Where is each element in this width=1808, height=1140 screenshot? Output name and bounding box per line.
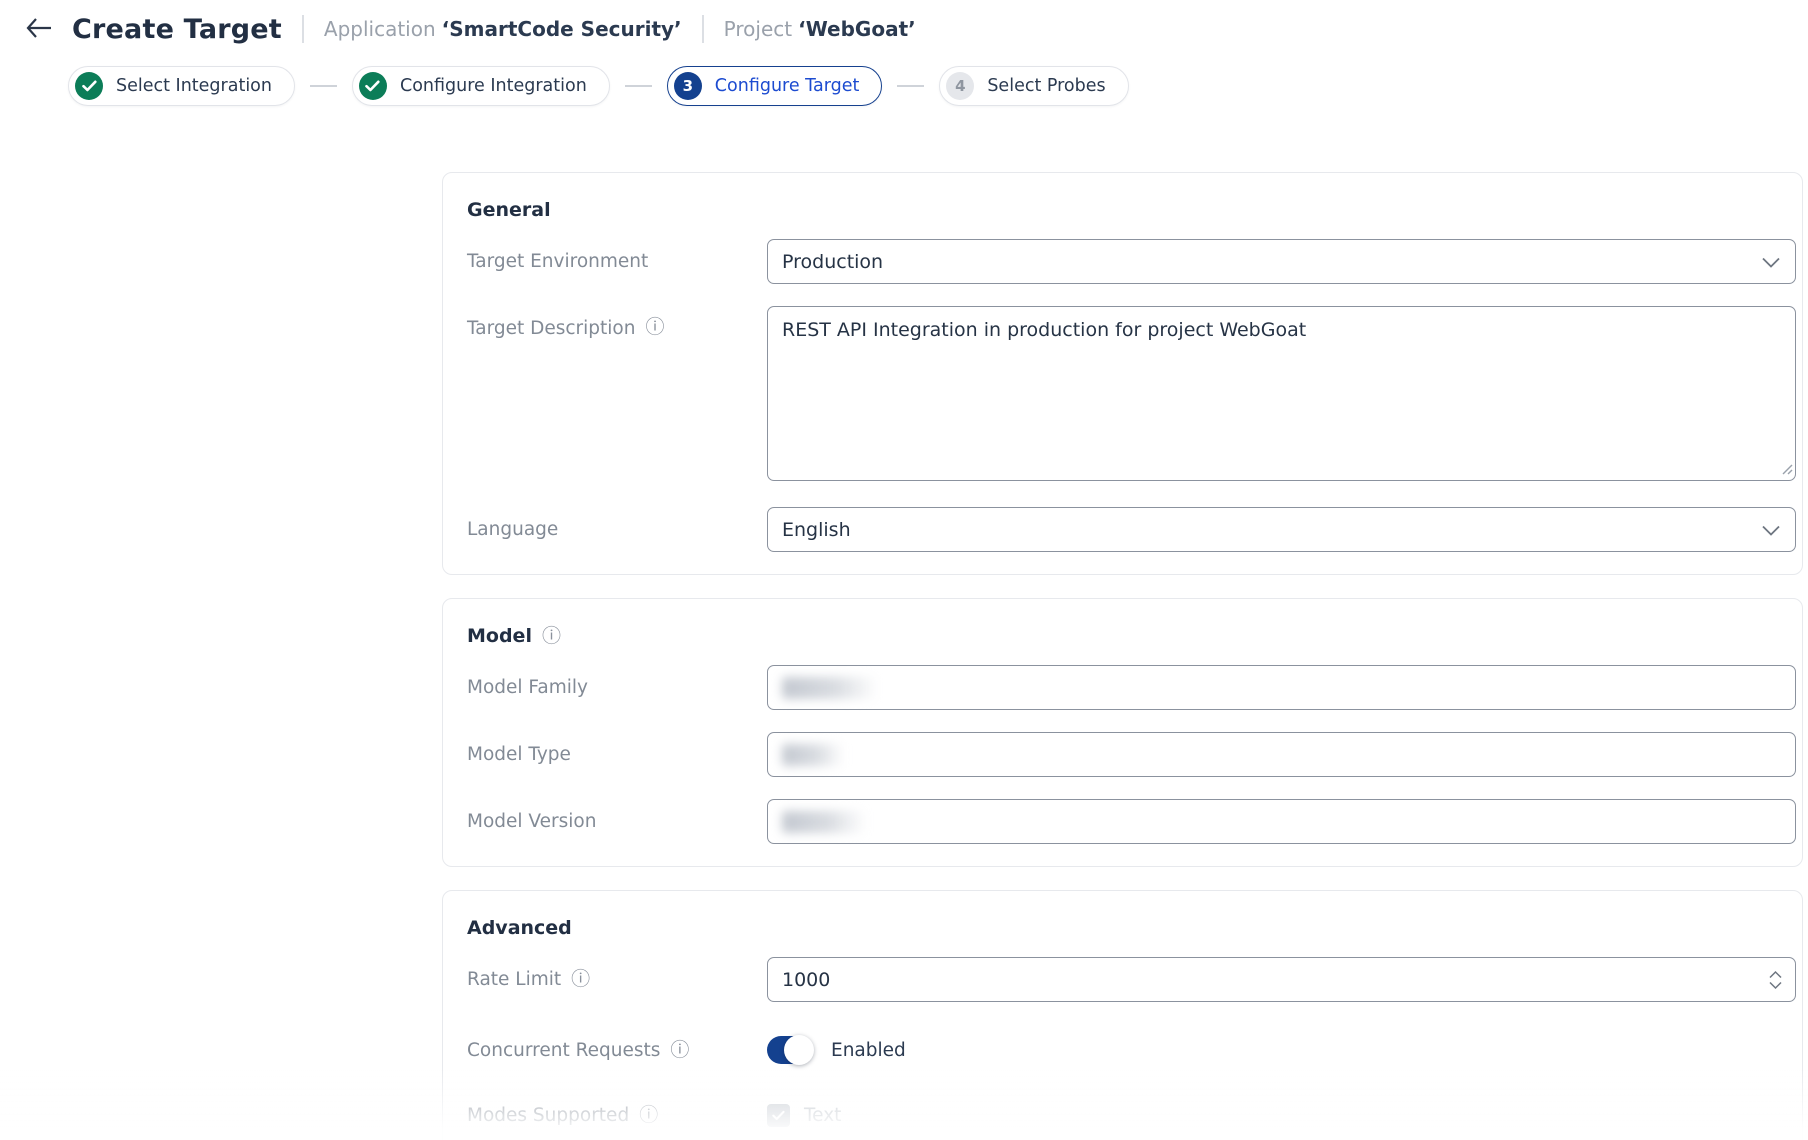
step-label: Configure Target xyxy=(715,76,860,96)
target-environment-value: Production xyxy=(782,251,883,273)
mode-text-label: Text xyxy=(804,1105,841,1126)
target-description-label: Target Description xyxy=(467,318,635,339)
check-icon xyxy=(772,1106,785,1125)
breadcrumb-divider xyxy=(302,15,304,43)
model-type-label: Model Type xyxy=(467,744,571,765)
language-select[interactable]: English xyxy=(767,507,1796,552)
info-icon[interactable]: ⓘ xyxy=(639,1106,658,1125)
redacted-value xyxy=(782,744,844,766)
breadcrumb-project: Project‘WebGoat’ xyxy=(724,17,916,41)
page-header: Create Target Application‘SmartCode Secu… xyxy=(0,0,1808,58)
wizard-stepper: Select Integration Configure Integration… xyxy=(68,66,1808,106)
concurrent-requests-toggle[interactable] xyxy=(767,1036,813,1064)
page-title: Create Target xyxy=(72,14,282,45)
step-complete-check-icon xyxy=(75,72,103,100)
model-version-input[interactable] xyxy=(767,799,1796,844)
arrow-left-icon xyxy=(25,17,53,42)
model-type-input[interactable] xyxy=(767,732,1796,777)
step-label: Select Integration xyxy=(116,76,272,96)
number-stepper[interactable] xyxy=(1769,970,1782,989)
general-heading: General xyxy=(467,199,551,221)
step-select-integration[interactable]: Select Integration xyxy=(68,66,295,106)
info-icon[interactable]: ⓘ xyxy=(571,970,590,989)
step-configure-target[interactable]: 3 Configure Target xyxy=(667,66,883,106)
step-label: Select Probes xyxy=(987,76,1105,96)
step-label: Configure Integration xyxy=(400,76,587,96)
advanced-heading: Advanced xyxy=(467,917,572,939)
breadcrumb-divider xyxy=(702,15,704,43)
concurrent-requests-status: Enabled xyxy=(831,1040,906,1061)
redacted-value xyxy=(782,811,866,833)
stepper-down-icon xyxy=(1769,981,1782,989)
model-heading: Model xyxy=(467,625,532,647)
breadcrumb-application: Application‘SmartCode Security’ xyxy=(324,17,682,41)
general-section: General Target Environment Production Ta… xyxy=(442,172,1803,575)
info-icon[interactable]: ⓘ xyxy=(645,318,664,337)
form-content: General Target Environment Production Ta… xyxy=(0,106,1808,1140)
application-prefix: Application xyxy=(324,17,436,41)
info-icon[interactable]: ⓘ xyxy=(542,627,561,646)
step-select-probes[interactable]: 4 Select Probes xyxy=(939,66,1128,106)
project-prefix: Project xyxy=(724,17,792,41)
rate-limit-input[interactable] xyxy=(767,957,1796,1002)
model-section: Model ⓘ Model Family Model Type xyxy=(442,598,1803,867)
info-icon[interactable]: ⓘ xyxy=(670,1041,689,1060)
modes-supported-label: Modes Supported xyxy=(467,1105,629,1126)
step-complete-check-icon xyxy=(359,72,387,100)
step-number: 3 xyxy=(674,72,702,100)
back-button[interactable] xyxy=(22,12,56,46)
application-name: ‘SmartCode Security’ xyxy=(442,17,682,41)
rate-limit-label: Rate Limit xyxy=(467,969,561,990)
toggle-knob xyxy=(784,1035,814,1065)
language-label: Language xyxy=(467,519,558,540)
step-connector xyxy=(897,85,924,87)
chevron-down-icon xyxy=(1762,251,1780,273)
concurrent-requests-label: Concurrent Requests xyxy=(467,1040,660,1061)
step-connector xyxy=(625,85,652,87)
target-environment-select[interactable]: Production xyxy=(767,239,1796,284)
step-connector xyxy=(310,85,337,87)
mode-text-checkbox[interactable] xyxy=(767,1104,790,1127)
model-family-input[interactable] xyxy=(767,665,1796,710)
advanced-section: Advanced Rate Limit ⓘ Concurrent Request… xyxy=(442,890,1803,1140)
chevron-down-icon xyxy=(1762,519,1780,541)
stepper-up-icon xyxy=(1769,970,1782,978)
model-version-label: Model Version xyxy=(467,811,596,832)
project-name: ‘WebGoat’ xyxy=(798,17,916,41)
target-description-textarea[interactable]: REST API Integration in production for p… xyxy=(767,306,1796,481)
redacted-value xyxy=(782,677,878,699)
language-value: English xyxy=(782,519,851,541)
model-family-label: Model Family xyxy=(467,677,588,698)
step-number: 4 xyxy=(946,72,974,100)
step-configure-integration[interactable]: Configure Integration xyxy=(352,66,610,106)
target-environment-label: Target Environment xyxy=(467,251,648,272)
